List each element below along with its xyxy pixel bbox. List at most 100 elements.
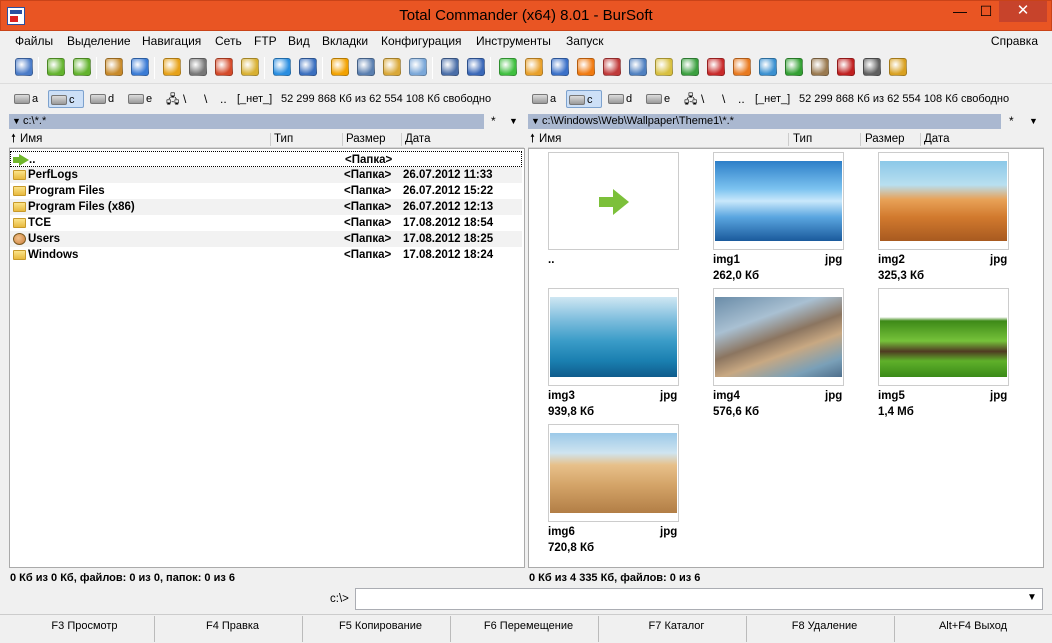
file-row[interactable]: TCE <Папка> 17.08.2012 18:54 (10, 215, 522, 231)
left-drive-d[interactable]: d (88, 90, 114, 108)
vlc-icon[interactable] (577, 58, 595, 76)
back-arrow-icon[interactable] (47, 58, 65, 76)
right-drive-a[interactable]: a (530, 90, 556, 108)
file-row[interactable]: Program Files (x86) <Папка> 26.07.2012 12:… (10, 199, 522, 215)
menu-tabs[interactable]: Вкладки (322, 34, 368, 48)
f6-move-button[interactable]: F6 Перемещение (459, 616, 599, 642)
file-row[interactable]: Users <Папка> 17.08.2012 18:25 (10, 231, 522, 247)
menu-help[interactable]: Справка (991, 34, 1038, 48)
menu-selection[interactable]: Выделение (67, 34, 131, 48)
left-network-button[interactable]: \ (183, 90, 186, 108)
close-button[interactable]: ✕ (999, 1, 1047, 22)
left-up-button[interactable]: .. (220, 90, 227, 108)
right-col-name[interactable]: Имя (539, 131, 561, 148)
media-icon[interactable] (525, 58, 543, 76)
f3-view-button[interactable]: F3 Просмотр (15, 616, 155, 642)
f4-edit-button[interactable]: F4 Правка (163, 616, 303, 642)
opera-icon[interactable] (707, 58, 725, 76)
globe-icon[interactable] (299, 58, 317, 76)
command-history-dropdown[interactable]: ▼ (1027, 592, 1037, 603)
minimize-button[interactable]: — (947, 1, 973, 22)
cd-icon[interactable] (811, 58, 829, 76)
left-drive-e[interactable]: e (126, 90, 152, 108)
forward-arrow-icon[interactable] (73, 58, 91, 76)
torrent-icon[interactable] (785, 58, 803, 76)
compare-icon[interactable] (467, 58, 485, 76)
left-col-date[interactable]: Дата (405, 131, 430, 148)
refresh-icon[interactable] (15, 58, 33, 76)
f7-mkdir-button[interactable]: F7 Каталог (607, 616, 747, 642)
thumbnail-item[interactable]: img5 jpg 1,4 Мб (878, 288, 1038, 418)
menu-navigation[interactable]: Навигация (142, 34, 201, 48)
left-drive-label[interactable]: [_нет_] (237, 91, 272, 107)
notepad-icon[interactable] (241, 58, 259, 76)
right-filter-button[interactable]: * (1009, 114, 1014, 129)
pack-icon[interactable] (105, 58, 123, 76)
cmd-icon[interactable] (863, 58, 881, 76)
unpack-icon[interactable] (131, 58, 149, 76)
command-line-input[interactable] (355, 588, 1043, 610)
right-thumbnail-view[interactable]: .. img1 jpg 262,0 Кб img2 jpg 325,3 Кб img3 jpg 9… (528, 148, 1044, 568)
alt-f4-exit-button[interactable]: Alt+F4 Выход (903, 616, 1043, 642)
thumbnail-item[interactable]: img6 jpg 720,8 Кб (548, 424, 708, 554)
magnifier-icon[interactable] (629, 58, 647, 76)
file-row[interactable]: Program Files <Папка> 26.07.2012 15:22 (10, 183, 522, 199)
left-col-type[interactable]: Тип (274, 131, 293, 148)
f5-copy-button[interactable]: F5 Копирование (311, 616, 451, 642)
right-network-icon[interactable]: 🖧 (684, 90, 697, 108)
thumbnail-item[interactable]: img4 jpg 576,6 Кб (713, 288, 873, 418)
notes-icon[interactable] (655, 58, 673, 76)
menu-files[interactable]: Файлы (15, 34, 53, 48)
firefox-icon[interactable] (733, 58, 751, 76)
right-path-bar[interactable]: ▼ c:\Windows\Web\Wallpaper\Theme1\*.* (528, 114, 1001, 129)
file-row[interactable]: PerfLogs <Папка> 26.07.2012 11:33 (10, 167, 522, 183)
right-network-button[interactable]: \ (701, 90, 704, 108)
aida-icon[interactable] (837, 58, 855, 76)
file-row[interactable]: .. <Папка> (10, 151, 522, 167)
thumbnail-item[interactable]: img3 jpg 939,8 Кб (548, 288, 708, 418)
chart-icon[interactable] (215, 58, 233, 76)
maximize-button[interactable]: ☐ (973, 1, 999, 22)
right-drive-c[interactable]: c (566, 90, 602, 108)
thumbnail-item[interactable]: img2 jpg 325,3 Кб (878, 152, 1038, 282)
right-root-button[interactable]: \ (722, 90, 725, 108)
thumbnail-item[interactable]: .. (548, 152, 708, 282)
thumbnail-item[interactable]: img1 jpg 262,0 Кб (713, 152, 873, 282)
picture-icon[interactable] (441, 58, 459, 76)
search-icon[interactable] (357, 58, 375, 76)
right-col-size[interactable]: Размер (865, 131, 905, 148)
tools-icon[interactable] (889, 58, 907, 76)
left-file-list[interactable]: .. <Папка> PerfLogs <Папка> 26.07.2012 11:33… (9, 148, 525, 568)
left-path-bar[interactable]: ▼ c:\*.* (9, 114, 484, 129)
menu-configuration[interactable]: Конфигурация (381, 34, 462, 48)
document-icon[interactable] (409, 58, 427, 76)
left-root-button[interactable]: \ (204, 90, 207, 108)
menu-network[interactable]: Сеть (215, 34, 242, 48)
right-up-button[interactable]: .. (738, 90, 745, 108)
menu-tools[interactable]: Инструменты (476, 34, 551, 48)
menu-launch[interactable]: Запуск (566, 34, 604, 48)
warning-icon[interactable] (331, 58, 349, 76)
left-col-name[interactable]: Имя (20, 131, 42, 148)
left-hotlist-button[interactable]: ▼ (509, 114, 518, 129)
right-drive-e[interactable]: e (644, 90, 670, 108)
right-hotlist-button[interactable]: ▼ (1029, 114, 1038, 129)
download-icon[interactable] (759, 58, 777, 76)
right-drive-d[interactable]: d (606, 90, 632, 108)
left-network-icon[interactable]: 🖧 (166, 90, 179, 108)
right-col-type[interactable]: Тип (793, 131, 812, 148)
play-icon[interactable] (551, 58, 569, 76)
chrome-icon[interactable] (681, 58, 699, 76)
right-col-date[interactable]: Дата (924, 131, 949, 148)
right-history-icon[interactable]: ▼ (531, 114, 540, 129)
edit-icon[interactable] (189, 58, 207, 76)
menu-ftp[interactable]: FTP (254, 34, 277, 48)
title-bar[interactable]: Total Commander (x64) 8.01 - BurSoft — ☐… (0, 0, 1052, 31)
favorite-star-icon[interactable] (163, 58, 181, 76)
left-filter-button[interactable]: * (491, 114, 496, 129)
green-circle-icon[interactable] (499, 58, 517, 76)
left-history-icon[interactable]: ▼ (12, 114, 21, 129)
ie-icon[interactable] (273, 58, 291, 76)
left-drive-c[interactable]: c (48, 90, 84, 108)
file-row[interactable]: Windows <Папка> 17.08.2012 18:24 (10, 247, 522, 263)
